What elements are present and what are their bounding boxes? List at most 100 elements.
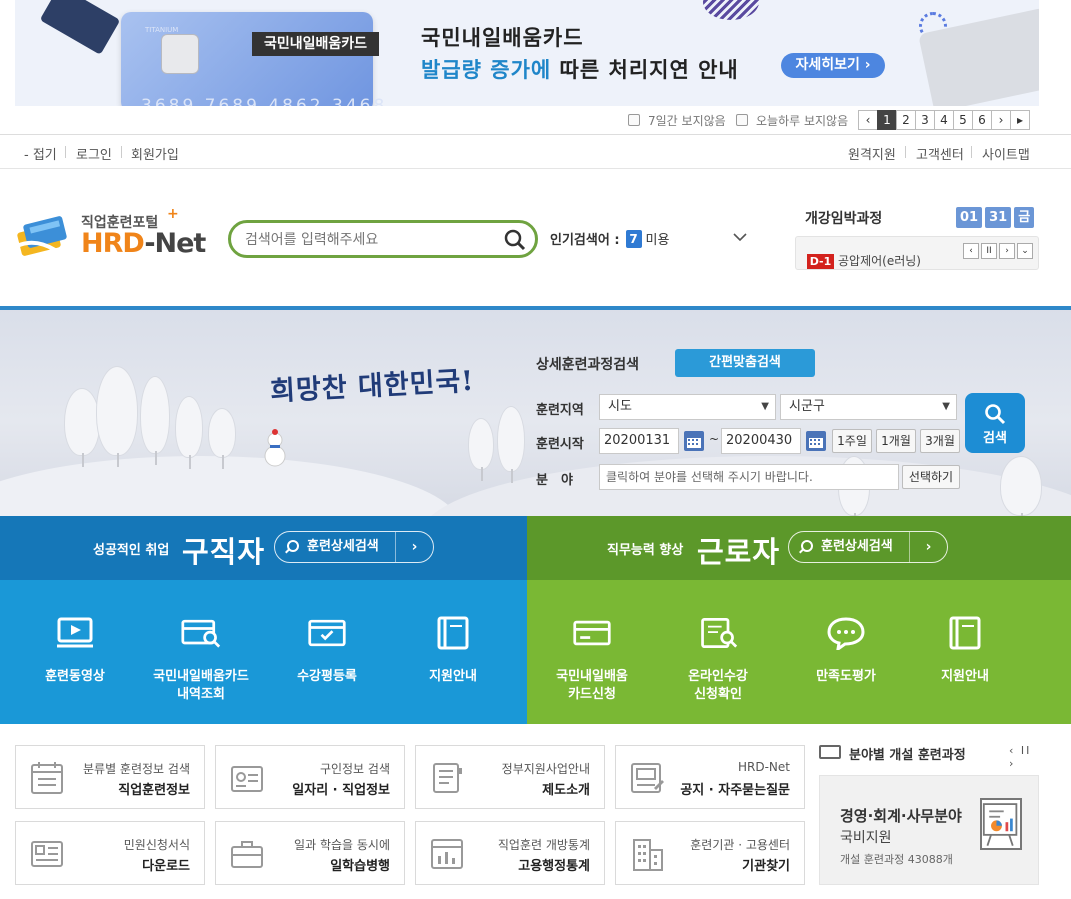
quick-link-find-institution[interactable]: 훈련기관 · 고용센터 기관찾기	[615, 821, 805, 885]
calendar-icon[interactable]	[806, 431, 826, 451]
jobseeker-item-label: 지원안내	[388, 668, 518, 686]
worker-item-online-check[interactable]: 온라인수강 신청확인	[653, 616, 783, 704]
hide-today-option[interactable]: 오늘하루 보지않음	[736, 110, 848, 130]
jobseeker-item-card-history[interactable]: 국민내일배움카드 내역조회	[136, 616, 266, 704]
date-month: 01	[956, 207, 983, 228]
field-course-card[interactable]: 경영·회계·사무분야 국비지원 개설 훈련과정 43088개	[819, 775, 1039, 885]
quick-link-forms-download[interactable]: 민원신청서식 다운로드	[15, 821, 205, 885]
jobseeker-panel: 성공적인 취업 구직자 훈련상세검색 › 훈련동영상 국민내일배움카드 내역조회 …	[0, 516, 527, 724]
course-next-button[interactable]: ›	[999, 243, 1015, 259]
join-link[interactable]: 회원가입	[131, 144, 179, 163]
field-course-controls[interactable]: ‹ II ›	[1009, 744, 1039, 770]
review-icon	[308, 619, 346, 647]
quick-link-title: 고용행정통계	[518, 859, 590, 874]
worker-header: 직무능력 향상 근로자 훈련상세검색 ›	[527, 516, 1071, 580]
popular-keywords: 인기검색어 : 7 미용	[550, 229, 747, 248]
pager-page-2[interactable]: 2	[896, 110, 916, 130]
separator	[971, 146, 972, 158]
chevron-down-icon[interactable]	[732, 229, 748, 245]
pager-next-button[interactable]: ›	[991, 110, 1011, 130]
hide-7days-option[interactable]: 7일간 보지않음	[628, 110, 726, 130]
easy-search-button[interactable]: 간편맞춤검색	[675, 349, 815, 377]
jobseeker-item-review[interactable]: 수강평등록	[262, 616, 392, 686]
sitemap-link[interactable]: 사이트맵	[982, 144, 1030, 163]
quick-link-notice-faq[interactable]: HRD-Net 공지 · 자주묻는질문	[615, 745, 805, 809]
hide-7days-checkbox[interactable]	[628, 114, 640, 126]
promo-banner[interactable]: TITANIUM 3689 7689 4862 3468 국민내일배움카드 국민…	[15, 0, 1039, 106]
popular-term-link[interactable]: 미용	[646, 229, 670, 248]
search-icon[interactable]	[503, 228, 527, 252]
search-box	[228, 220, 538, 258]
search-icon	[287, 540, 299, 552]
pager-play-button[interactable]: ▸	[1010, 110, 1030, 130]
worker-detail-search-label: 훈련상세검색	[821, 539, 893, 554]
jobseeker-item-video[interactable]: 훈련동영상	[10, 616, 140, 686]
decor-stripe-circle	[703, 0, 759, 20]
fold-link[interactable]: - 접기	[24, 144, 57, 163]
worker-detail-search-button[interactable]: 훈련상세검색 ›	[788, 531, 948, 563]
course-name[interactable]: 공압제어(e러닝)	[838, 252, 921, 269]
field-label: 분 야	[536, 473, 573, 488]
upcoming-course-item[interactable]: D-1 공압제어(e러닝) ‹ II › ⌄	[795, 236, 1039, 270]
banner-headline: 국민내일배움카드	[421, 26, 584, 50]
popular-label: 인기검색어 :	[550, 233, 620, 248]
decor-tree	[64, 388, 100, 467]
decor-tree	[140, 376, 170, 465]
worker-item-satisfaction[interactable]: 만족도평가	[781, 616, 911, 686]
period-3month-button[interactable]: 3개월	[920, 429, 960, 453]
quick-link-title: 제도소개	[542, 783, 590, 798]
quick-link-title: 직업훈련정보	[118, 783, 190, 798]
select-field-button[interactable]: 선택하기	[902, 465, 960, 489]
field-input[interactable]: 클릭하여 분야를 선택해 주시기 바랍니다.	[599, 464, 899, 490]
hide-today-checkbox[interactable]	[736, 114, 748, 126]
sido-select[interactable]: 시도 ▼	[599, 394, 776, 420]
banner-highlight: 발급량 증가에	[421, 58, 552, 82]
jobseeker-item-support-guide[interactable]: 지원안내	[388, 616, 518, 686]
search-input[interactable]	[245, 230, 495, 250]
date-to-input[interactable]: 20200430	[721, 428, 801, 454]
period-1month-button[interactable]: 1개월	[876, 429, 916, 453]
pager-page-1[interactable]: 1	[877, 110, 897, 130]
presentation-board-icon	[980, 798, 1022, 850]
pager-page-6[interactable]: 6	[972, 110, 992, 130]
quick-link-system-intro[interactable]: 정부지원사업안내 제도소개	[415, 745, 605, 809]
course-controls: ‹ II › ⌄	[961, 243, 1033, 259]
worker-panel: 직무능력 향상 근로자 훈련상세검색 › 국민내일배움 카드신청 온라인수강 신청확…	[527, 516, 1071, 724]
pager-page-3[interactable]: 3	[915, 110, 935, 130]
worker-item-support-guide[interactable]: 지원안내	[900, 616, 1030, 686]
pager-page-5[interactable]: 5	[953, 110, 973, 130]
banner-more-button[interactable]: 자세히보기 ›	[781, 53, 885, 78]
quick-link-desc: 정부지원사업안내	[501, 762, 590, 776]
logo-icon	[16, 216, 67, 256]
remote-support-link[interactable]: 원격지원	[848, 144, 896, 163]
pager-prev-button[interactable]: ‹	[858, 110, 878, 130]
label-line1: 국민내일배움	[556, 669, 628, 684]
popular-rank-badge: 7	[625, 229, 642, 248]
course-pause-button[interactable]: II	[981, 243, 997, 259]
jobseeker-detail-search-button[interactable]: 훈련상세검색 ›	[274, 531, 434, 563]
hide-today-label: 오늘하루 보지않음	[756, 113, 849, 128]
quick-link-desc: 민원신청서식	[123, 838, 190, 852]
quick-link-desc: 훈련기관 · 고용센터	[690, 838, 790, 852]
period-1week-button[interactable]: 1주일	[832, 429, 872, 453]
date-from-input[interactable]: 20200131	[599, 428, 679, 454]
building-icon	[633, 839, 663, 871]
worker-item-card-apply[interactable]: 국민내일배움 카드신청	[527, 616, 657, 704]
detail-search-button[interactable]: 검색	[965, 393, 1025, 453]
course-expand-button[interactable]: ⌄	[1017, 243, 1033, 259]
detail-search-title: 상세훈련과정검색	[536, 357, 640, 373]
pager-page-4[interactable]: 4	[934, 110, 954, 130]
quick-link-title: 공지 · 자주묻는질문	[680, 783, 790, 798]
course-prev-button[interactable]: ‹	[963, 243, 979, 259]
jobseeker-detail-search-label: 훈련상세검색	[307, 539, 379, 554]
login-link[interactable]: 로그인	[76, 144, 112, 163]
quick-link-jobs[interactable]: 구인정보 검색 일자리 · 직업정보	[215, 745, 405, 809]
customer-center-link[interactable]: 고객센터	[916, 144, 964, 163]
quick-link-statistics[interactable]: 직업훈련 개방통계 고용행정통계	[415, 821, 605, 885]
sigungu-select[interactable]: 시군구 ▼	[780, 394, 957, 420]
hrd-net-logo[interactable]: 직업훈련포털 + HRD-Net	[15, 206, 210, 262]
quick-link-work-study[interactable]: 일과 학습을 동시에 일학습병행	[215, 821, 405, 885]
quick-link-training-info[interactable]: 분류별 훈련정보 검색 직업훈련정보	[15, 745, 205, 809]
calendar-list-icon	[31, 762, 63, 794]
calendar-icon[interactable]	[684, 431, 704, 451]
